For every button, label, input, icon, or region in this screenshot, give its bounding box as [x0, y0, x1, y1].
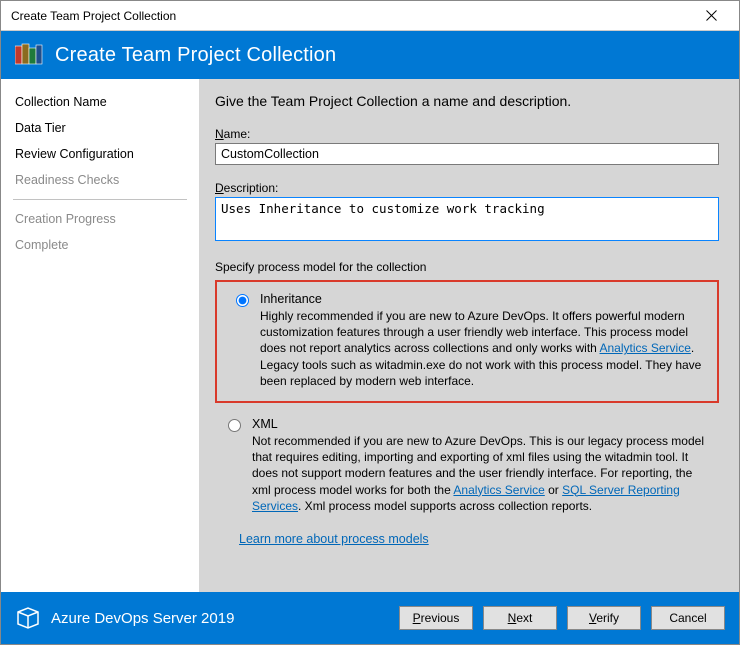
devops-logo-icon: [15, 605, 41, 631]
sidebar-step-review-configuration[interactable]: Review Configuration: [13, 141, 187, 167]
close-button[interactable]: [689, 2, 733, 30]
link-learn-more-process-models[interactable]: Learn more about process models: [239, 532, 429, 546]
radio-row-xml: XML Not recommended if you are new to Az…: [215, 411, 719, 520]
footer-brand-text: Azure DevOps Server 2019: [51, 610, 234, 627]
dialog-window: Create Team Project Collection Create Te…: [0, 0, 740, 645]
close-icon: [706, 10, 717, 21]
description-field-block: Description:: [215, 181, 719, 244]
footer-buttons: Previous Next Verify Cancel: [399, 606, 725, 630]
dialog-body: Collection Name Data Tier Review Configu…: [1, 79, 739, 592]
footer-brand: Azure DevOps Server 2019: [15, 605, 234, 631]
name-input[interactable]: [215, 143, 719, 165]
collection-icon: [15, 43, 43, 67]
sidebar-divider: [13, 199, 187, 200]
radio-inheritance[interactable]: [236, 294, 249, 307]
wizard-sidebar: Collection Name Data Tier Review Configu…: [1, 79, 199, 592]
footer: Azure DevOps Server 2019 Previous Next V…: [1, 592, 739, 644]
radio-inheritance-desc: Highly recommended if you are new to Azu…: [260, 308, 703, 389]
sidebar-step-data-tier[interactable]: Data Tier: [13, 115, 187, 141]
description-label: Description:: [215, 181, 719, 195]
next-button[interactable]: Next: [483, 606, 557, 630]
previous-button[interactable]: Previous: [399, 606, 473, 630]
main-panel: Give the Team Project Collection a name …: [199, 79, 739, 592]
radio-xml[interactable]: [228, 419, 241, 432]
titlebar: Create Team Project Collection: [1, 1, 739, 31]
learn-more-row: Learn more about process models: [239, 532, 719, 546]
window-title: Create Team Project Collection: [11, 9, 176, 23]
banner-heading: Create Team Project Collection: [55, 44, 336, 67]
process-model-section-label: Specify process model for the collection: [215, 260, 719, 274]
name-field-block: Name:: [215, 127, 719, 165]
link-analytics-service-2[interactable]: Analytics Service: [453, 483, 544, 497]
link-analytics-service-1[interactable]: Analytics Service: [600, 341, 691, 355]
sidebar-step-complete: Complete: [13, 232, 187, 258]
banner: Create Team Project Collection: [1, 31, 739, 79]
sidebar-step-creation-progress: Creation Progress: [13, 206, 187, 232]
process-model-radio-group: Inheritance Highly recommended if you ar…: [215, 280, 719, 520]
inheritance-highlight: Inheritance Highly recommended if you ar…: [215, 280, 719, 403]
intro-text: Give the Team Project Collection a name …: [215, 93, 719, 109]
sidebar-step-readiness-checks: Readiness Checks: [13, 167, 187, 193]
verify-button[interactable]: Verify: [567, 606, 641, 630]
description-input[interactable]: [215, 197, 719, 241]
sidebar-step-collection-name[interactable]: Collection Name: [13, 89, 187, 115]
cancel-button[interactable]: Cancel: [651, 606, 725, 630]
radio-row-inheritance: Inheritance Highly recommended if you ar…: [223, 286, 711, 395]
radio-xml-desc: Not recommended if you are new to Azure …: [252, 433, 711, 514]
name-label: Name:: [215, 127, 719, 141]
radio-inheritance-label: Inheritance: [260, 292, 703, 306]
radio-xml-label: XML: [252, 417, 711, 431]
